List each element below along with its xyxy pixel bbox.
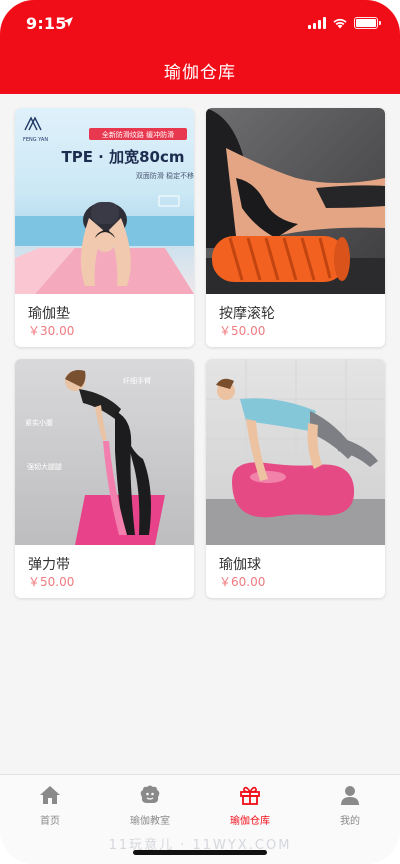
product-name: 瑜伽球 [219, 557, 261, 573]
classroom-icon [140, 785, 160, 803]
svg-text:全新防滑纹路 缓冲防滑: 全新防滑纹路 缓冲防滑 [102, 130, 174, 139]
product-price: ￥50.00 [28, 575, 75, 589]
product-name: 瑜伽垫 [28, 306, 70, 322]
battery-icon [354, 17, 381, 29]
page-title: 瑜伽仓库 [164, 63, 236, 83]
svg-text:紧实小腹: 紧实小腹 [25, 418, 53, 427]
location-arrow-icon [63, 17, 73, 27]
product-name: 弹力带 [28, 557, 70, 573]
status-time: 9:15 [26, 14, 67, 33]
product-card-yoga-mat[interactable]: FENG YAN 全新防滑纹路 缓冲防滑 TPE · 加宽80cm 双面防滑 稳… [15, 108, 194, 347]
product-image-yoga-ball [206, 359, 385, 545]
signal-icon [308, 17, 326, 29]
profile-icon [341, 786, 359, 805]
svg-text:纤细手臂: 纤细手臂 [123, 376, 151, 385]
tab-label: 瑜伽教室 [130, 816, 170, 827]
svg-text:双面防滑 稳定不移: 双面防滑 稳定不移 [136, 171, 194, 180]
product-card-foam-roller[interactable]: 按摩滚轮 ￥50.00 [206, 108, 385, 347]
product-list[interactable]: FENG YAN 全新防滑纹路 缓冲防滑 TPE · 加宽80cm 双面防滑 稳… [0, 94, 400, 774]
brand-logo-icon: FENG YAN [23, 116, 48, 143]
phone-screen: 9:15 瑜伽仓库 FENG YAN 全新防滑纹路 缓冲防滑 TPE · 加宽8… [0, 0, 400, 864]
svg-text:强韧大腿腿: 强韧大腿腿 [27, 462, 62, 471]
product-image-foam-roller [206, 108, 385, 294]
product-image-yoga-mat: FENG YAN 全新防滑纹路 缓冲防滑 TPE · 加宽80cm 双面防滑 稳… [15, 108, 194, 294]
home-icon [40, 786, 60, 804]
product-card-yoga-ball[interactable]: 瑜伽球 ￥60.00 [206, 359, 385, 598]
product-price: ￥50.00 [219, 324, 266, 338]
home-indicator [133, 850, 267, 855]
wifi-icon [333, 18, 347, 29]
svg-text:FENG YAN: FENG YAN [23, 137, 48, 143]
product-name: 按摩滚轮 [219, 306, 275, 322]
product-price: ￥60.00 [219, 575, 266, 589]
tab-label: 瑜伽仓库 [230, 816, 270, 827]
gift-icon [240, 786, 260, 805]
product-card-resistance-band[interactable]: 纤细手臂 紧实小腹 强韧大腿腿 弹力带 ￥50.00 [15, 359, 194, 598]
app-header: 9:15 瑜伽仓库 [0, 0, 400, 94]
tab-label: 首页 [40, 816, 60, 827]
tab-label: 我的 [340, 816, 360, 827]
product-price: ￥30.00 [28, 324, 75, 338]
status-indicators [308, 14, 381, 32]
product-image-resistance-band: 纤细手臂 紧实小腹 强韧大腿腿 [15, 359, 194, 545]
svg-text:TPE · 加宽80cm: TPE · 加宽80cm [61, 148, 184, 166]
